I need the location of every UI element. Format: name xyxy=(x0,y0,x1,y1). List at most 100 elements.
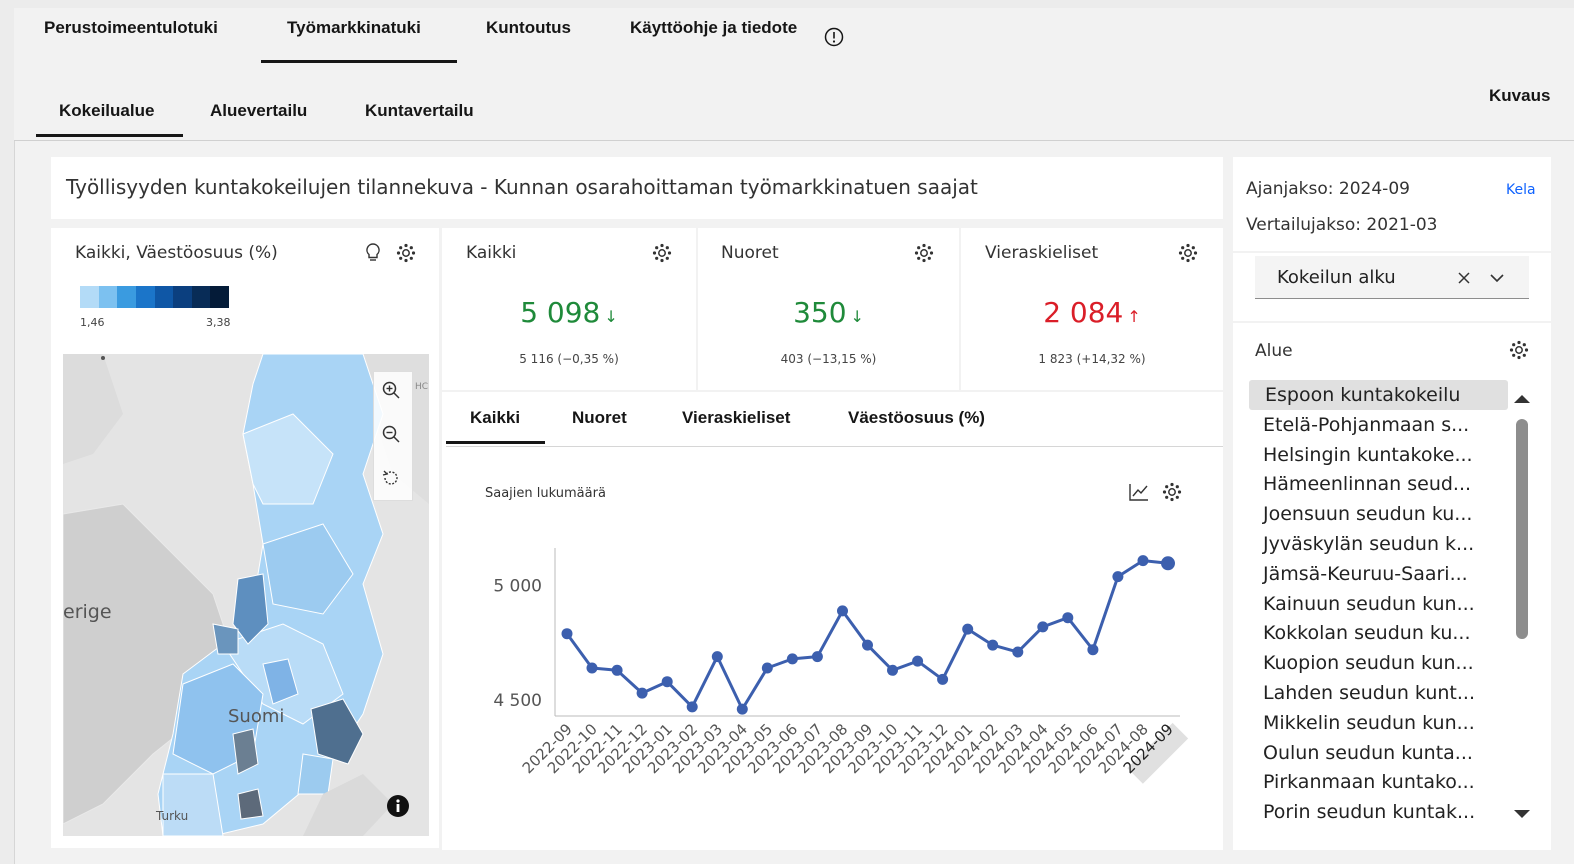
info-filled-icon[interactable] xyxy=(386,794,410,818)
kuvaus-button[interactable]: Kuvaus xyxy=(1489,86,1550,106)
area-list-item[interactable]: Kokkolan seudun ku... xyxy=(1263,622,1471,644)
area-list-item[interactable]: Porin seudun kuntak... xyxy=(1263,801,1475,823)
data-point[interactable] xyxy=(686,701,698,713)
active-chart-tab-indicator xyxy=(446,441,545,444)
data-point[interactable] xyxy=(962,623,974,635)
line-chart[interactable]: 5 0004 5002022-092022-102022-112022-1220… xyxy=(480,520,1220,840)
clear-icon[interactable] xyxy=(1456,270,1472,286)
area-list-item[interactable]: Joensuun seudun ku... xyxy=(1263,503,1472,525)
reset-view-icon[interactable] xyxy=(381,468,401,488)
kpi-comparison: 1 823 (+14,32 %) xyxy=(1038,352,1146,366)
map-title: Kaikki, Väestöosuus (%) xyxy=(75,243,278,263)
data-point[interactable] xyxy=(1137,555,1149,567)
settings-icon[interactable] xyxy=(1509,340,1529,360)
data-point[interactable] xyxy=(837,605,848,617)
series-line xyxy=(565,559,1169,711)
map-label-suomi: Suomi xyxy=(228,706,285,727)
data-point[interactable] xyxy=(611,664,623,676)
chart-tab-vieraskieliset[interactable]: Vieraskieliset xyxy=(682,408,790,428)
line-chart-icon[interactable] xyxy=(1128,482,1150,502)
active-subtab-indicator xyxy=(36,134,183,137)
subtab-aluevertailu[interactable]: Aluevertailu xyxy=(210,101,307,121)
settings-icon[interactable] xyxy=(1162,482,1182,502)
report-title: Työllisyyden kuntakokeilujen tilannekuva… xyxy=(66,175,978,199)
kela-link[interactable]: Kela xyxy=(1506,182,1536,198)
data-point[interactable] xyxy=(786,653,798,665)
area-list-item[interactable]: Etelä-Pohjanmaan s... xyxy=(1263,414,1469,436)
scrollbar-thumb[interactable] xyxy=(1516,419,1528,639)
settings-icon[interactable] xyxy=(652,243,672,263)
kpi-comparison: 5 116 (−0,35 %) xyxy=(519,352,619,366)
data-point[interactable] xyxy=(1012,646,1024,658)
settings-icon[interactable] xyxy=(914,243,934,263)
area-list-item[interactable]: Jyväskylän seudun k... xyxy=(1263,533,1474,555)
scroll-down-icon[interactable] xyxy=(1513,808,1531,822)
kpi-value-row: 350 ↓ xyxy=(698,296,959,329)
info-circle-icon[interactable] xyxy=(824,27,844,47)
dropdown-value: Kokeilun alku xyxy=(1277,267,1396,288)
data-point[interactable] xyxy=(761,662,773,674)
area-list-item[interactable]: Jämsä-Keuruu-Saari... xyxy=(1263,563,1468,585)
area-list-item[interactable]: Pirkanmaan kuntako... xyxy=(1263,771,1475,793)
area-list-item[interactable]: Helsingin kuntakoke... xyxy=(1263,444,1473,466)
data-point[interactable] xyxy=(1062,612,1074,624)
tab-tyomarkkinatuki[interactable]: Työmarkkinatuki xyxy=(287,18,421,38)
data-point[interactable] xyxy=(1161,556,1175,571)
tab-kayttoohje[interactable]: Käyttöohje ja tiedote xyxy=(630,18,797,38)
chart-tab-kaikki[interactable]: Kaikki xyxy=(470,408,520,428)
area-list-item[interactable]: Lahden seudun kunt... xyxy=(1263,682,1475,704)
area-list-item[interactable]: Oulun seudun kunta... xyxy=(1263,742,1473,764)
data-point[interactable] xyxy=(937,673,949,685)
data-point[interactable] xyxy=(636,687,648,699)
data-point[interactable] xyxy=(711,651,723,663)
settings-icon[interactable] xyxy=(396,243,416,263)
map-legend xyxy=(80,286,230,308)
data-point[interactable] xyxy=(811,651,823,663)
subtab-kokeilualue[interactable]: Kokeilualue xyxy=(59,101,154,121)
kpi-title: Kaikki xyxy=(466,243,517,263)
data-point[interactable] xyxy=(1037,621,1049,633)
area-list-item[interactable]: Mikkelin seudun kun... xyxy=(1263,712,1475,734)
data-point[interactable] xyxy=(736,703,748,715)
zoom-out-icon[interactable] xyxy=(381,424,401,444)
kpi-value-row: 2 084 ↑ xyxy=(961,296,1223,329)
map-label-hc: HC xyxy=(415,382,429,392)
data-point[interactable] xyxy=(1112,571,1124,583)
zoom-in-icon[interactable] xyxy=(381,380,401,400)
kpi-value-row: 5 098 ↓ xyxy=(442,296,696,329)
data-point[interactable] xyxy=(862,639,873,651)
legend-swatch xyxy=(80,286,100,308)
tab-kuntoutus[interactable]: Kuntoutus xyxy=(486,18,571,38)
legend-max: 3,38 xyxy=(206,316,231,329)
settings-icon[interactable] xyxy=(1178,243,1198,263)
legend-swatch xyxy=(98,286,118,308)
trend-arrow-icon: ↑ xyxy=(1127,307,1141,326)
legend-swatch xyxy=(191,286,211,308)
subtab-kuntavertailu[interactable]: Kuntavertailu xyxy=(365,101,474,121)
data-point[interactable] xyxy=(1087,644,1099,656)
data-point[interactable] xyxy=(661,676,673,688)
scroll-up-icon[interactable] xyxy=(1513,391,1531,405)
map-label-sverige: erige xyxy=(63,601,112,623)
kpi-title: Nuoret xyxy=(721,243,779,263)
area-list-item[interactable]: Hämeenlinnan seud... xyxy=(1263,473,1471,495)
legend-swatch xyxy=(210,286,230,308)
data-point[interactable] xyxy=(887,664,898,676)
chart-tab-vaestoosuus[interactable]: Väestöosuus (%) xyxy=(848,408,985,428)
data-point[interactable] xyxy=(987,639,999,651)
kpi-value: 2 084 xyxy=(1043,296,1124,329)
tab-perustoimeentulotuki[interactable]: Perustoimeentulotuki xyxy=(44,18,218,38)
lightbulb-icon[interactable] xyxy=(363,242,383,264)
trend-arrow-icon: ↓ xyxy=(850,307,864,326)
data-point[interactable] xyxy=(586,662,598,674)
area-list-item[interactable]: Kuopion seudun kun... xyxy=(1263,652,1474,674)
chart-tab-nuoret[interactable]: Nuoret xyxy=(572,408,627,428)
kpi-value: 5 098 xyxy=(520,296,601,329)
chevron-down-icon[interactable] xyxy=(1488,270,1506,286)
data-point[interactable] xyxy=(561,628,573,640)
area-list-item[interactable]: Espoon kuntakokeilu xyxy=(1265,384,1460,406)
trend-arrow-icon: ↓ xyxy=(604,307,618,326)
area-list-item[interactable]: Kainuun seudun kun... xyxy=(1263,593,1475,615)
legend-min: 1,46 xyxy=(80,316,105,329)
data-point[interactable] xyxy=(912,655,924,667)
